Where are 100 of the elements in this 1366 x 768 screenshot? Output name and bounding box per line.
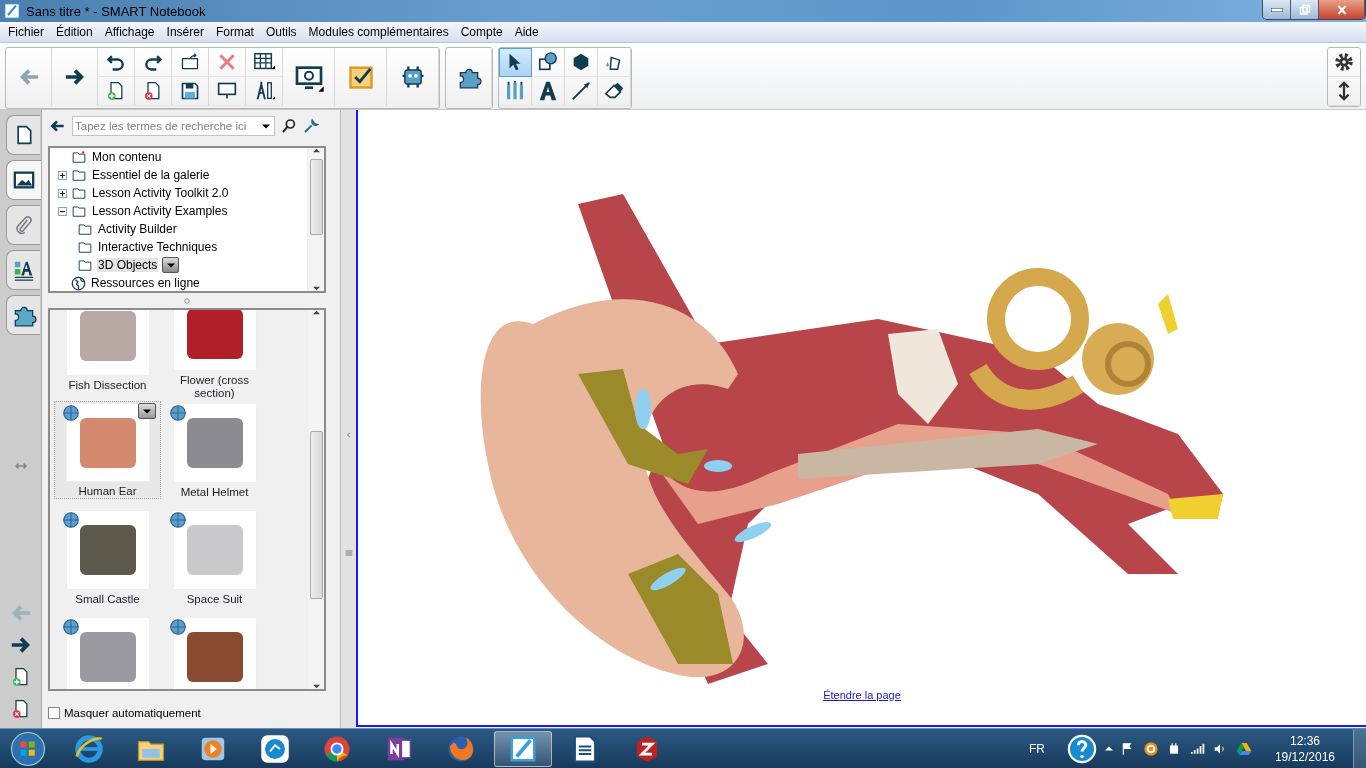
tree-item[interactable]: Mon contenu	[91, 150, 163, 164]
resize-horizontal-icon	[12, 460, 29, 472]
projection-screen-icon	[217, 81, 237, 101]
tree-item[interactable]: Lesson Activity Examples	[91, 204, 229, 218]
gallery-item[interactable]: Human Ear	[54, 401, 161, 499]
show-screen-button[interactable]	[209, 77, 246, 106]
scrollbar-thumb[interactable]	[309, 430, 323, 599]
start-orb-icon	[10, 730, 46, 767]
folder-icon	[71, 168, 87, 182]
paperclip-icon	[13, 213, 34, 237]
back-button[interactable]	[48, 118, 66, 134]
scrollbar-thumb[interactable]	[309, 158, 323, 235]
language-indicator[interactable]: FR	[1028, 741, 1045, 756]
pens-icon	[504, 80, 526, 102]
folder-icon	[77, 258, 93, 272]
tree-item[interactable]: 3D Objects	[97, 258, 159, 272]
minimize-button[interactable]	[1263, 0, 1291, 19]
gallery-item[interactable]: Fish Dissection	[54, 310, 161, 401]
scroll-up-icon	[312, 310, 320, 315]
clock[interactable]: 12:36 19/12/2016	[1274, 732, 1335, 765]
minimize-icon	[1270, 7, 1283, 12]
search-button[interactable]	[281, 118, 297, 134]
item-label: Fish Dissection	[67, 379, 148, 392]
item-menu-button[interactable]	[162, 257, 180, 273]
expand-toggle[interactable]	[58, 170, 67, 180]
restore-icon	[1298, 3, 1311, 16]
checkbox-label: Masquer automatiquement	[64, 707, 201, 719]
shapes-icon	[537, 51, 559, 73]
menu-item[interactable]: Fichier	[2, 25, 50, 39]
collapse-toggle[interactable]	[58, 206, 67, 216]
eraser-tool-button[interactable]	[598, 77, 631, 106]
item-menu-button[interactable]	[138, 403, 156, 419]
close-button[interactable]	[1319, 0, 1365, 19]
checkbox[interactable]	[48, 707, 60, 719]
folder-icon	[71, 204, 87, 218]
tree-item[interactable]: Lesson Activity Toolkit 2.0	[91, 186, 230, 200]
menu-item[interactable]: Édition	[50, 25, 99, 39]
tree-item[interactable]: Interactive Techniques	[97, 240, 219, 254]
item-label: Flower (cross section)	[179, 374, 250, 400]
folder-icon	[71, 186, 87, 200]
select-tool-button[interactable]	[499, 48, 532, 77]
up-caret-icon	[1104, 746, 1113, 751]
scroll-down-icon	[312, 684, 320, 689]
caret-icon	[143, 408, 151, 414]
letter-a-icon	[537, 80, 559, 102]
item-label: Metal Helmet	[179, 486, 250, 499]
ring-icon	[1142, 740, 1159, 757]
attachments-tab[interactable]	[6, 205, 40, 245]
menu-item[interactable]: Compte	[454, 25, 509, 39]
menu-item[interactable]: Format	[209, 25, 260, 39]
fill-tool-button[interactable]	[598, 48, 631, 77]
tree-item[interactable]: Essentiel de la galerie	[91, 168, 211, 182]
tree-item[interactable]: Activity Builder	[97, 222, 178, 236]
extend-page-link[interactable]: Étendre la page	[823, 689, 901, 701]
polygon-tool-button[interactable]	[565, 48, 598, 77]
menu-item[interactable]: Insérer	[160, 25, 210, 39]
gallery-item[interactable]: Space Suit	[161, 508, 268, 615]
scroll-up-icon	[312, 148, 320, 153]
expand-toggle[interactable]	[58, 188, 67, 198]
signal-bars-icon	[1188, 741, 1205, 756]
properties-tab[interactable]	[6, 250, 40, 290]
add-page-button[interactable]	[98, 77, 135, 106]
measurement-tools-button[interactable]	[246, 77, 283, 106]
picture-icon	[13, 169, 35, 191]
redo-button[interactable]	[135, 48, 172, 77]
plus-icon	[59, 189, 66, 197]
add-ons-tab[interactable]	[6, 295, 40, 335]
gallery-item[interactable]: Flower (cross section)	[161, 310, 268, 401]
save-button[interactable]	[172, 77, 209, 106]
caret-icon	[166, 262, 175, 268]
diagonal-line-icon	[570, 80, 592, 102]
plus-icon	[59, 171, 66, 179]
gallery-item[interactable]: Small Castle	[54, 508, 161, 615]
lines-tool-button[interactable]	[565, 77, 598, 106]
menu-item[interactable]: Affichage	[98, 25, 161, 39]
item-label: Human Ear	[77, 485, 138, 498]
tree-item[interactable]: Ressources en ligne	[90, 276, 201, 290]
search-field[interactable]: Tapez les termes de recherche ici	[72, 116, 275, 136]
help-icon	[1066, 733, 1097, 764]
taskbar-app-button[interactable]	[494, 730, 552, 767]
gallery-item[interactable]: Metal Helmet	[161, 401, 268, 508]
gallery-tab[interactable]	[6, 160, 41, 200]
table-button[interactable]	[246, 48, 283, 77]
clock-time: 12:36	[1289, 732, 1320, 749]
search-icon	[281, 118, 297, 134]
menu-item[interactable]: Modules complémentaires	[302, 25, 455, 39]
menu-item[interactable]: Outils	[259, 25, 303, 39]
chevron-left-icon	[346, 431, 351, 439]
show-desktop-button[interactable]	[1353, 728, 1366, 768]
clock-date: 19/12/2016	[1274, 748, 1335, 765]
left-arrow-icon	[48, 118, 66, 134]
shapes-tool-button[interactable]	[532, 48, 565, 77]
menu-item[interactable]: Aide	[508, 25, 545, 39]
open-file-button[interactable]	[172, 48, 209, 77]
undo-button[interactable]	[98, 48, 135, 77]
delete-page-button[interactable]	[135, 77, 172, 106]
restore-button[interactable]	[1291, 0, 1319, 19]
page-sorter-tab[interactable]	[6, 115, 40, 155]
wrench-icon	[303, 118, 319, 134]
text-tool-button[interactable]	[532, 77, 565, 106]
